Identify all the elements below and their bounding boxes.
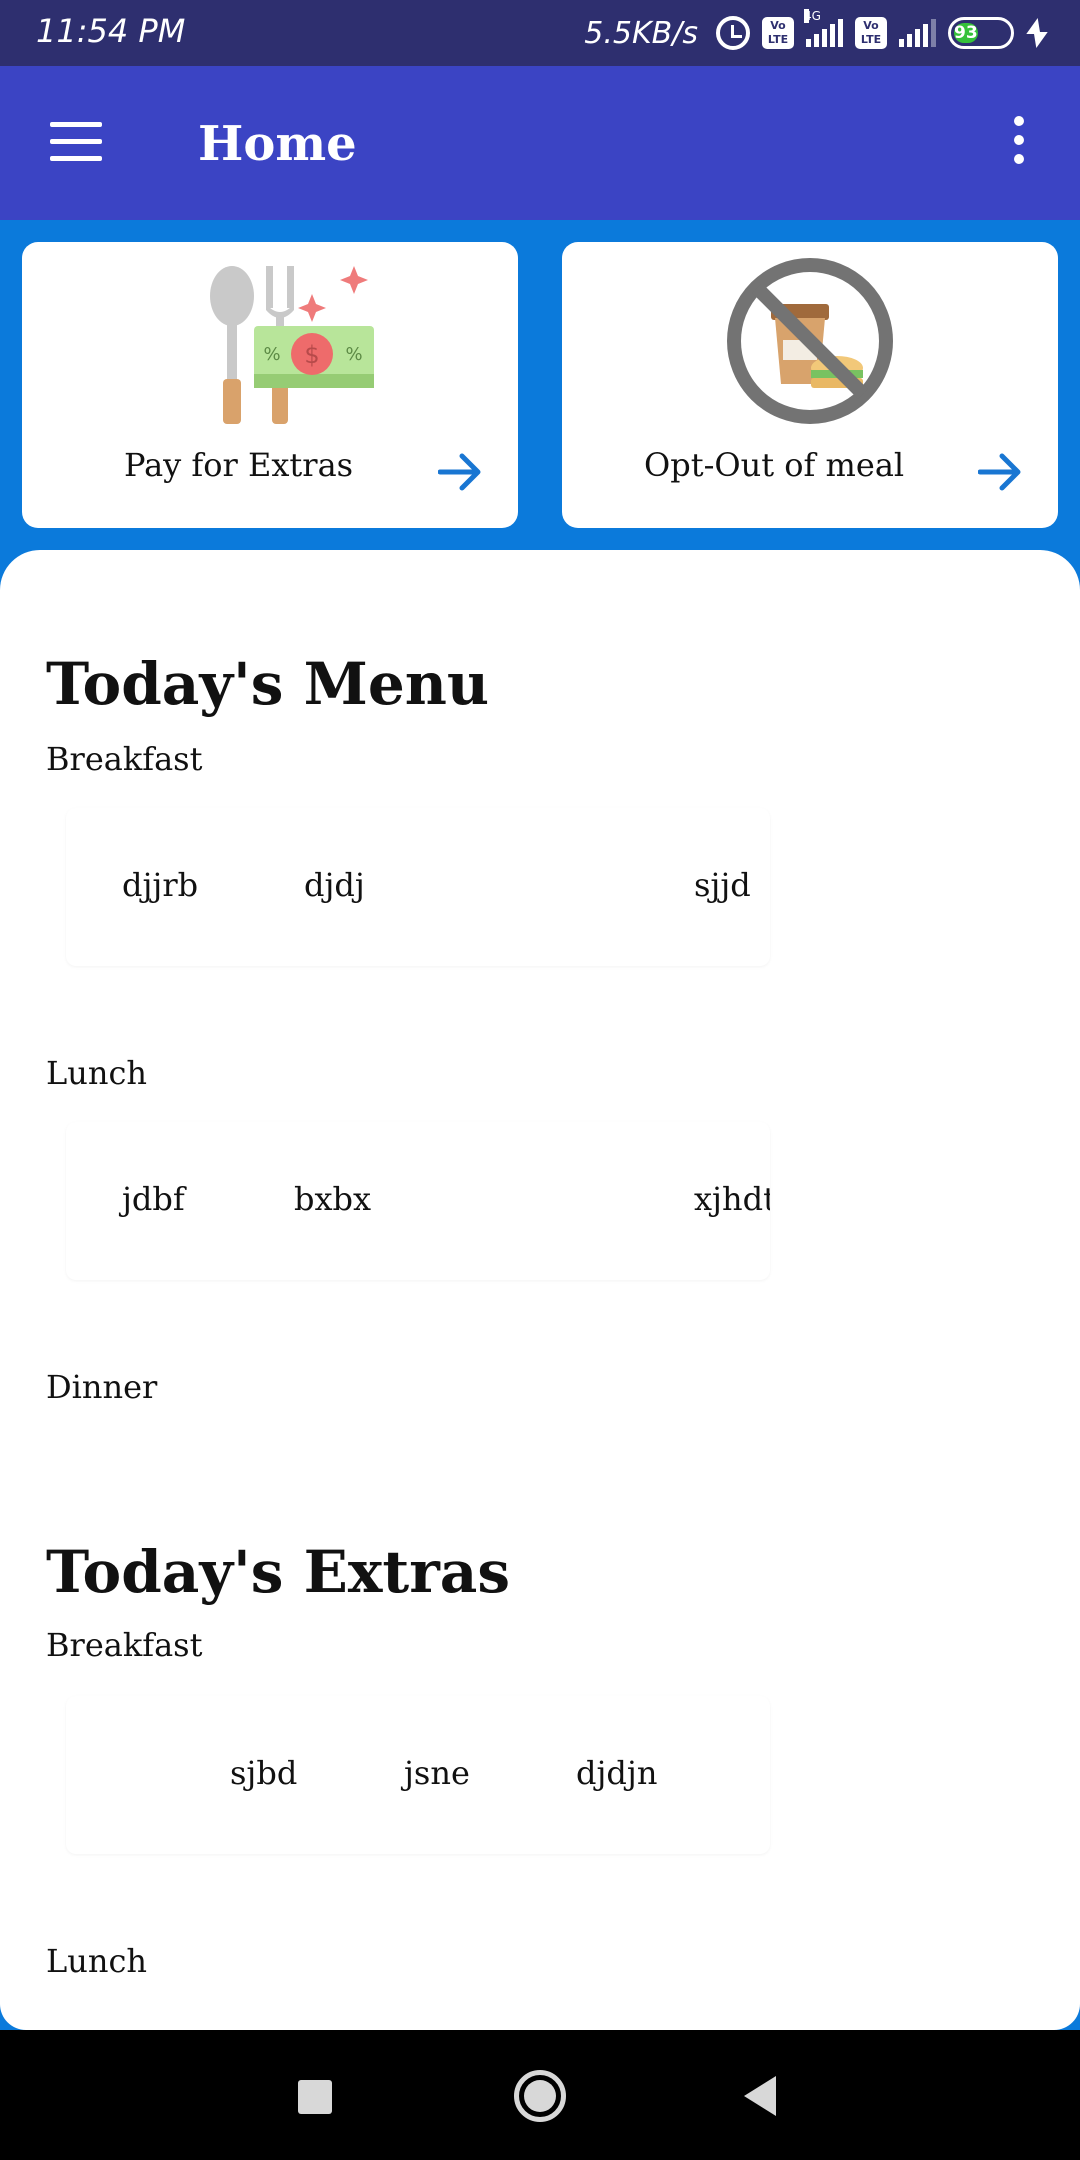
network-speed: 5.5KB/s	[584, 15, 698, 51]
main-content[interactable]: Today's Menu Breakfast djjrb djdj sjjd L…	[0, 550, 1080, 2030]
menu-lunch-label: Lunch	[46, 1054, 147, 1092]
menu-item: sjjd	[694, 866, 751, 904]
battery-level: 93	[954, 23, 978, 43]
signal-icon: 4G	[804, 9, 843, 47]
todays-menu-title: Today's Menu	[46, 650, 490, 718]
battery-icon: 93	[948, 17, 1014, 49]
menu-item: djdj	[304, 866, 365, 904]
status-bar: 11:54 PM 5.5KB/s Vo LTE 4G Vo LTE 93	[0, 0, 1080, 66]
charging-icon	[1026, 18, 1044, 48]
menu-item: xjhdt	[694, 1180, 770, 1218]
volte-icon: Vo LTE	[762, 17, 794, 49]
menu-item: djjrb	[122, 866, 199, 904]
extras-breakfast-label: Breakfast	[46, 1626, 203, 1664]
todays-extras-title: Today's Extras	[46, 1538, 510, 1606]
status-time: 11:54 PM	[36, 12, 186, 50]
pay-for-extras-label: Pay for Extras	[124, 446, 354, 484]
extras-breakfast-items[interactable]: sjbd jsne djdjn	[66, 1696, 770, 1854]
volte-icon-2: Vo LTE	[855, 17, 887, 49]
menu-breakfast-label: Breakfast	[46, 740, 203, 778]
extra-item: sjbd	[230, 1754, 298, 1792]
menu-item: jdbf	[122, 1180, 185, 1218]
page-title: Home	[198, 116, 357, 172]
opt-out-meal-card[interactable]: Opt-Out of meal	[562, 242, 1058, 528]
system-navigation-bar	[0, 2030, 1080, 2160]
alarm-icon	[716, 16, 750, 50]
signal-icon-2	[899, 19, 936, 47]
arrow-right-icon	[978, 453, 1021, 491]
hamburger-menu-icon[interactable]	[50, 122, 104, 162]
menu-item: bxbx	[294, 1180, 372, 1218]
extra-item: jsne	[404, 1754, 470, 1792]
menu-dinner-label: Dinner	[46, 1368, 158, 1406]
pay-for-extras-card[interactable]: $ % % Pay for Extras	[22, 242, 518, 528]
svg-text:$: $	[304, 341, 319, 369]
opt-out-meal-label: Opt-Out of meal	[644, 446, 905, 484]
no-food-icon	[727, 258, 893, 424]
extras-lunch-label: Lunch	[46, 1942, 147, 1980]
svg-text:%: %	[345, 344, 362, 365]
cutlery-money-icon: $ % %	[210, 266, 374, 424]
recents-button[interactable]	[298, 2080, 332, 2114]
svg-text:%: %	[263, 344, 280, 365]
extra-item: djdjn	[576, 1754, 658, 1792]
more-options-icon[interactable]	[1006, 116, 1032, 170]
back-button[interactable]	[744, 2076, 776, 2116]
menu-breakfast-items[interactable]: djjrb djdj sjjd	[66, 808, 770, 966]
status-icons: 5.5KB/s Vo LTE 4G Vo LTE 93	[584, 9, 1044, 54]
menu-lunch-items[interactable]: jdbf bxbx xjhdt	[66, 1122, 770, 1280]
home-button[interactable]	[514, 2070, 566, 2122]
app-bar: Home	[0, 66, 1080, 220]
network-type: 4G	[804, 9, 821, 23]
arrow-right-icon	[438, 453, 481, 491]
